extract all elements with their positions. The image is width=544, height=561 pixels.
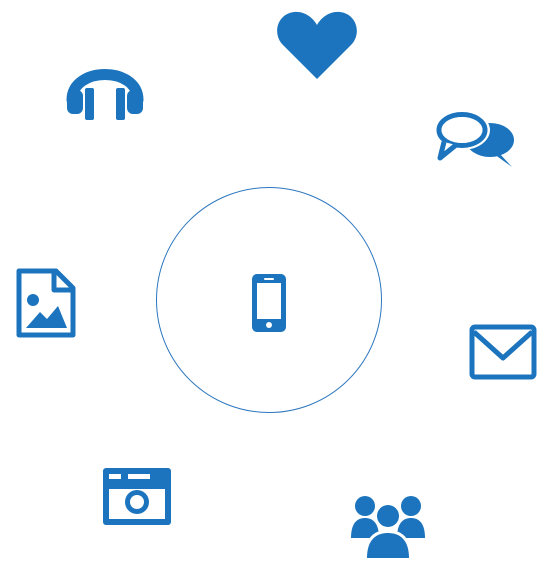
center-circle (156, 187, 382, 413)
camera-icon (102, 466, 172, 526)
speech-bubbles-icon (432, 108, 518, 170)
people-group-icon (350, 492, 426, 560)
envelope-icon (469, 324, 537, 380)
image-file-icon (16, 268, 76, 338)
heart-icon (276, 10, 358, 80)
headphones-icon (66, 56, 144, 122)
smartphone-icon (252, 274, 286, 332)
